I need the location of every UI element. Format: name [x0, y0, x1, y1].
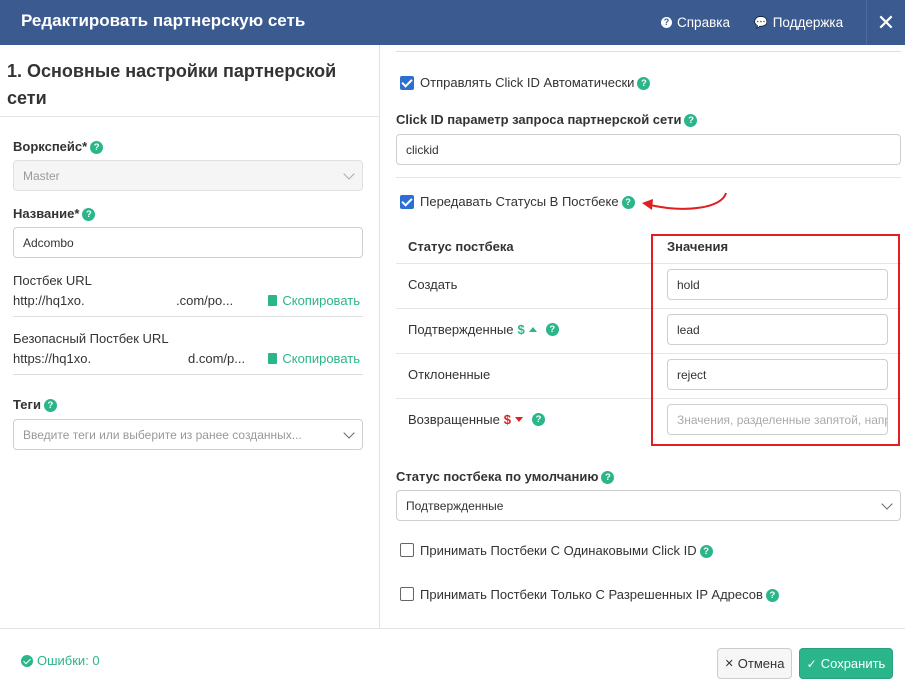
copy-icon — [268, 295, 278, 306]
tags-placeholder: Введите теги или выберите из ранее созда… — [23, 427, 302, 442]
help-icon[interactable]: ? — [699, 545, 713, 559]
save-button[interactable]: ✓ Сохранить — [799, 648, 893, 679]
chevron-down-icon — [343, 168, 355, 180]
chevron-down-icon — [881, 498, 893, 510]
divider — [396, 51, 901, 52]
cancel-button[interactable]: ✕ Отмена — [717, 648, 792, 679]
help-label: Справка — [677, 15, 730, 30]
chat-bubbles-icon: 💬 — [754, 17, 768, 29]
help-icon[interactable]: ? — [532, 413, 546, 426]
help-link[interactable]: ? Справка — [661, 15, 730, 30]
arrow-down-icon — [515, 417, 524, 422]
secure-postback-label: Безопасный Постбек URL — [13, 331, 169, 346]
name-value: Adcombo — [23, 235, 74, 250]
status-row-label: Подтвержденные $ ? — [408, 322, 559, 337]
click-id-param-input[interactable]: clickid — [396, 134, 901, 165]
postback-url-row: http://hq1xo. .com/po... Скопировать — [13, 291, 363, 317]
help-icon[interactable]: ? — [82, 208, 96, 222]
help-icon[interactable]: ? — [621, 196, 635, 210]
modal-header: Редактировать партнерскую сеть ? Справка… — [0, 0, 905, 45]
accept-allowed-ip-label: Принимать Постбеки Только С Разрешенных … — [420, 587, 779, 603]
default-status-value: Подтвержденные — [406, 498, 504, 513]
modal-title: Редактировать партнерскую сеть — [21, 11, 306, 30]
highlight-box — [651, 234, 900, 446]
pass-statuses-label: Передавать Статусы В Постбеке? — [420, 194, 635, 210]
close-icon: ✕ — [876, 9, 896, 35]
name-input[interactable]: Adcombo — [13, 227, 363, 258]
col-status-header: Статус постбека — [408, 239, 514, 254]
postback-url-end: .com/po... — [176, 293, 234, 308]
accept-allowed-ip-checkbox[interactable] — [400, 587, 414, 601]
name-label: Название*? — [13, 206, 96, 222]
close-button[interactable]: ✕ — [866, 0, 905, 45]
copy-secure-postback-button[interactable]: Скопировать — [268, 351, 360, 366]
dollar-icon: $ — [503, 412, 512, 427]
copy-postback-button[interactable]: Скопировать — [268, 293, 360, 308]
tags-select[interactable]: Введите теги или выберите из ранее созда… — [13, 419, 363, 450]
help-icon[interactable]: ? — [637, 77, 651, 91]
annotation-arrow-icon — [642, 192, 727, 210]
send-click-id-checkbox[interactable] — [400, 76, 414, 90]
workspace-value: Master — [23, 168, 60, 183]
secure-postback-start: https://hq1xo. — [13, 351, 92, 366]
postback-url-label: Постбек URL — [13, 273, 92, 288]
postback-settings-panel: Отправлять Click ID Автоматически? Click… — [381, 45, 905, 628]
copy-icon — [268, 353, 278, 364]
check-icon: ✓ — [806, 656, 817, 671]
accept-same-click-checkbox[interactable] — [400, 543, 414, 557]
postback-url-start: http://hq1xo. — [13, 293, 85, 308]
secure-postback-row: https://hq1xo. d.com/p... Скопировать — [13, 349, 363, 375]
divider — [396, 177, 901, 178]
help-icon[interactable]: ? — [765, 589, 779, 603]
section-title: 1. Основные настройки партнерской сети — [7, 61, 337, 108]
pass-statuses-checkbox[interactable] — [400, 195, 414, 209]
click-id-param-value: clickid — [406, 142, 439, 157]
help-icon[interactable]: ? — [545, 323, 559, 336]
default-status-label: Статус постбека по умолчанию? — [396, 469, 615, 485]
support-link[interactable]: 💬 Поддержка — [754, 15, 843, 30]
default-status-select[interactable]: Подтвержденные — [396, 490, 901, 521]
help-icon[interactable]: ? — [43, 399, 57, 413]
help-icon[interactable]: ? — [601, 471, 615, 485]
workspace-select: Master — [13, 160, 363, 191]
main-settings-panel: 1. Основные настройки партнерской сети В… — [0, 45, 380, 628]
dollar-icon: $ — [517, 322, 525, 337]
status-row-label: Создать — [408, 277, 458, 292]
send-click-id-label: Отправлять Click ID Автоматически? — [420, 75, 651, 91]
chevron-down-icon — [343, 427, 355, 439]
accept-same-click-label: Принимать Постбеки С Одинаковыми Click I… — [420, 543, 713, 559]
help-icon[interactable]: ? — [90, 141, 104, 155]
question-icon: ? — [661, 17, 672, 28]
errors-status: Ошибки: 0 — [21, 653, 100, 668]
help-icon[interactable]: ? — [684, 114, 698, 128]
click-id-param-label: Click ID параметр запроса партнерской се… — [396, 112, 698, 128]
divider — [0, 116, 379, 117]
workspace-label: Воркспейс*? — [13, 139, 104, 155]
modal-footer: Ошибки: 0 ✕ Отмена ✓ Сохранить — [0, 628, 905, 689]
check-circle-icon — [21, 654, 33, 667]
status-row-label: Возвращенные $ ? — [408, 412, 546, 427]
tags-label: Теги? — [13, 397, 57, 413]
support-label: Поддержка — [772, 15, 844, 30]
status-row-label: Отклоненные — [408, 367, 491, 382]
arrow-up-icon — [528, 327, 537, 332]
secure-postback-end: d.com/p... — [188, 351, 246, 366]
close-icon: ✕ — [724, 658, 734, 670]
